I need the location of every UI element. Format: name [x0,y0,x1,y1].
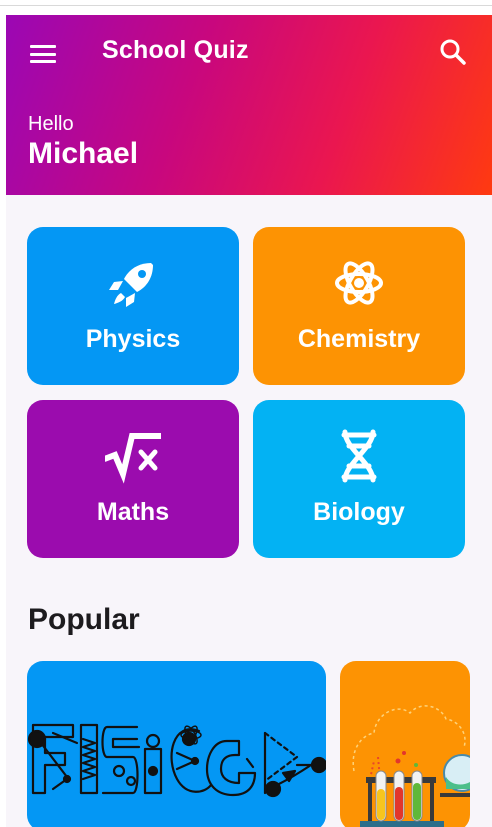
physics-illustration [27,723,326,798]
menu-button[interactable] [26,37,60,71]
popular-card-physics[interactable] [27,661,326,827]
search-button[interactable] [438,37,468,67]
subject-tile-physics[interactable]: Physics [27,227,239,385]
subject-label: Chemistry [297,325,421,353]
subject-tile-maths[interactable]: Maths [27,400,239,558]
rocket-icon [109,263,153,307]
app-header: School Quiz Hello Michael [6,15,492,195]
square-root-icon [105,433,161,484]
top-divider [0,0,492,6]
greeting-text: Hello [28,113,74,135]
subject-tile-chemistry[interactable]: Chemistry [253,227,465,385]
dna-icon [341,429,377,483]
app-title: School Quiz [102,36,249,64]
subject-label: Maths [96,498,170,526]
subject-label: Biology [313,498,405,526]
search-icon [440,39,466,65]
chemistry-illustration [352,705,470,827]
app-screen: School Quiz Hello Michael Physics Chemis… [6,15,492,827]
subject-tile-biology[interactable]: Biology [253,400,465,558]
subject-label: Physics [85,325,181,353]
user-name: Michael [28,137,139,170]
atom-icon [335,261,383,305]
popular-card-chemistry[interactable] [340,661,470,827]
menu-icon [30,45,56,63]
popular-section-title: Popular [28,603,140,636]
